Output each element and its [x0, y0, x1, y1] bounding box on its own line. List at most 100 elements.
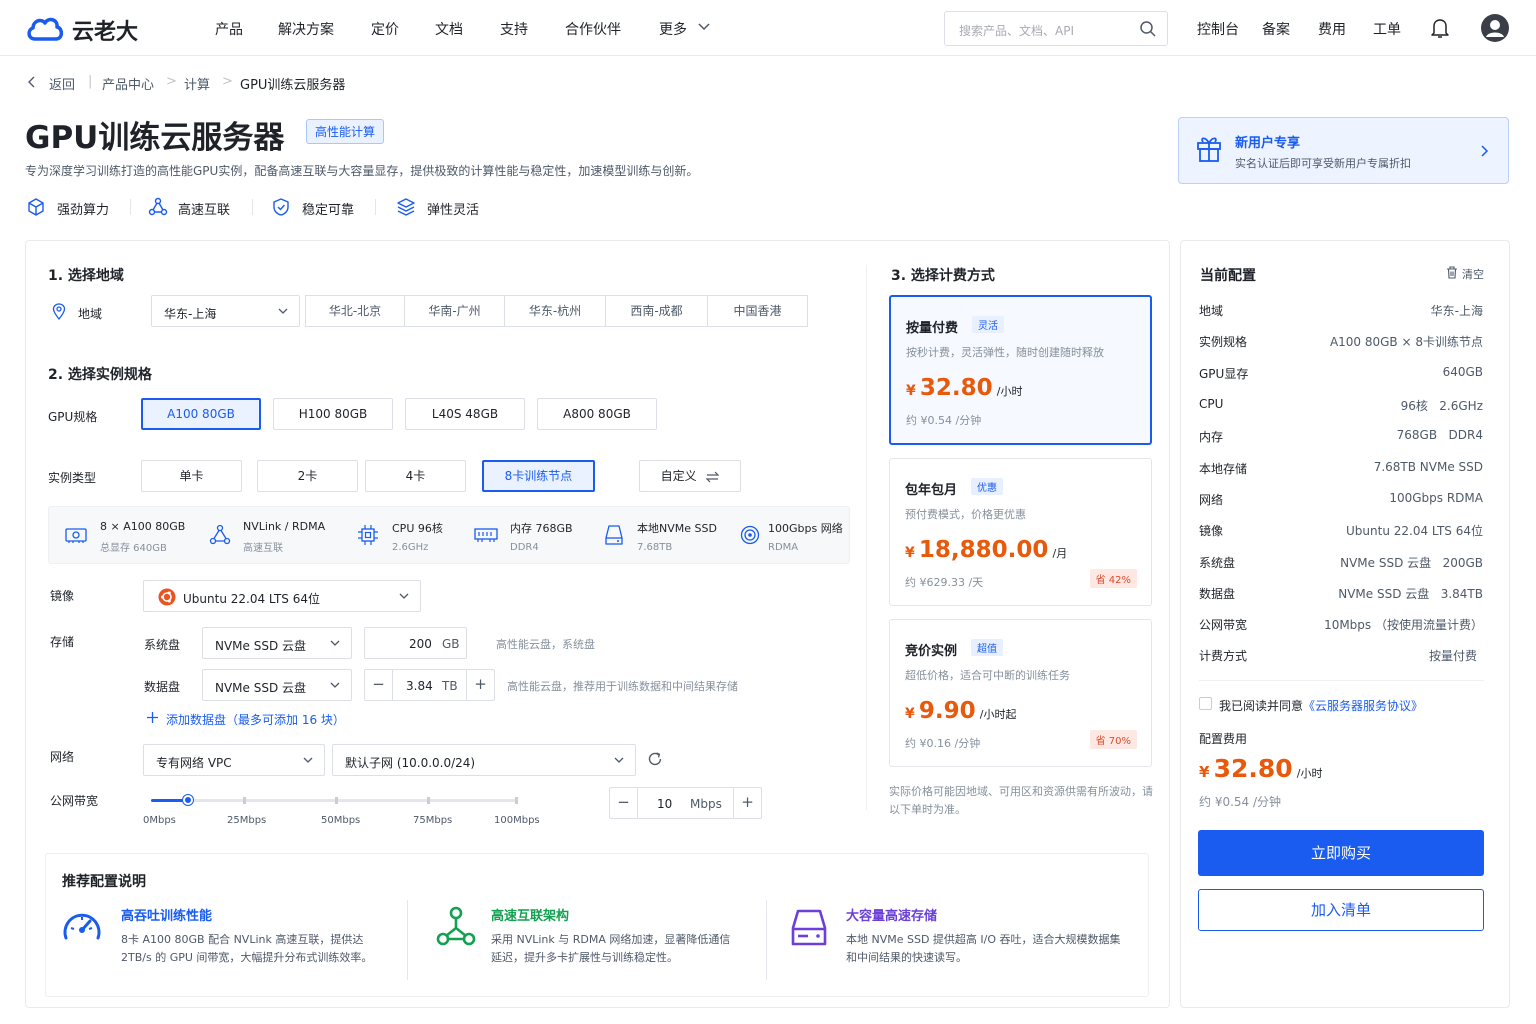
search-input[interactable]: 搜索产品、文档、API: [944, 11, 1168, 46]
feature-interconnect: 高速互联: [178, 203, 231, 218]
gpu-option-a100[interactable]: A100 80GB: [141, 398, 261, 430]
divider: [1199, 680, 1484, 681]
increment-button[interactable]: +: [466, 670, 494, 700]
bandwidth-slider-track[interactable]: [151, 795, 517, 805]
region-option-hongkong[interactable]: 中国香港: [707, 295, 808, 327]
billing-subprice: 约 ¥629.33 /天: [905, 576, 984, 589]
chevron-down-icon: [330, 640, 340, 646]
nav-products[interactable]: 产品: [215, 19, 243, 39]
back-link[interactable]: 返回: [49, 74, 75, 93]
summary-key: 计费方式: [1199, 649, 1248, 663]
buy-now-button[interactable]: 立即购买: [1198, 830, 1484, 876]
nav-solutions[interactable]: 解决方案: [278, 19, 334, 39]
region-option-chengdu[interactable]: 西南-成都: [605, 295, 708, 327]
increment-button[interactable]: +: [733, 788, 761, 818]
vpc-select[interactable]: 专有网络 VPC: [143, 744, 325, 776]
nav-support[interactable]: 支持: [500, 19, 528, 39]
region-selected-value: 华东-上海: [164, 307, 217, 321]
decrement-button[interactable]: −: [365, 670, 393, 700]
trash-icon[interactable]: [1446, 266, 1458, 279]
spec-network-sub: RDMA: [768, 542, 799, 553]
billing-card-monthly[interactable]: 包年包月 优惠 预付费模式，价格更优惠 ¥ 18,880.00 /月 约 ¥62…: [889, 458, 1152, 606]
region-option-guangzhou[interactable]: 华南-广州: [404, 295, 505, 327]
summary-key: 数据盘: [1199, 587, 1236, 601]
avatar[interactable]: [1481, 14, 1509, 42]
summary-key: 内存: [1199, 430, 1224, 444]
add-data-disk-link[interactable]: 添加数据盘（最多可添加 16 块）: [166, 711, 345, 728]
service-agreement-link[interactable]: 《云服务器服务协议》: [1303, 699, 1423, 713]
system-disk-hint: 高性能云盘，系统盘: [496, 638, 595, 651]
billing-desc: 按秒计费，灵活弹性，随时创建随时释放: [906, 346, 1104, 359]
type-option-2gpu[interactable]: 2卡: [257, 460, 358, 492]
save-badge: 省 70%: [1089, 730, 1137, 749]
bell-icon[interactable]: [1430, 17, 1450, 39]
gpu-card-icon: [65, 528, 87, 543]
gpu-option-h100[interactable]: H100 80GB: [273, 398, 393, 430]
system-disk-label: 系统盘: [144, 638, 181, 652]
nav-pricing[interactable]: 定价: [371, 19, 399, 39]
region-option-beijing[interactable]: 华北-北京: [305, 295, 405, 327]
total-subprice: 约 ¥0.54 /分钟: [1199, 795, 1282, 809]
network-nodes-icon: [148, 197, 168, 216]
data-disk-size-stepper[interactable]: − 3.84 TB +: [364, 669, 495, 701]
plus-icon[interactable]: [147, 712, 158, 723]
back-arrow-icon[interactable]: [28, 76, 36, 88]
bandwidth-stepper[interactable]: − 10 Mbps +: [609, 787, 762, 819]
billing-card-pay-as-you-go[interactable]: 按量付费 灵活 按秒计费，灵活弹性，随时创建随时释放 ¥ 32.80 /小时 约…: [889, 295, 1152, 445]
save-badge: 省 42%: [1089, 569, 1137, 588]
cube-icon: [28, 198, 44, 216]
type-option-4gpu[interactable]: 4卡: [365, 460, 466, 492]
region-select[interactable]: 华东-上海: [151, 295, 300, 327]
chevron-down-icon: [399, 593, 409, 599]
nav-more[interactable]: 更多: [659, 19, 687, 39]
breadcrumb-product-center[interactable]: 产品中心: [102, 74, 154, 93]
type-option-single[interactable]: 单卡: [141, 460, 242, 492]
nav-billing[interactable]: 费用: [1318, 19, 1346, 39]
cloud-logo-icon[interactable]: [25, 13, 65, 43]
chevron-down-icon: [303, 757, 313, 763]
clear-button[interactable]: 清空: [1462, 266, 1484, 282]
nav-filing[interactable]: 备案: [1262, 19, 1290, 39]
summary-value: NVMe SSD 云盘 200GB: [1340, 556, 1483, 570]
billing-subprice: 约 ¥0.16 /分钟: [905, 737, 981, 750]
memory-icon: [474, 528, 498, 542]
agree-checkbox[interactable]: [1199, 697, 1212, 710]
gpu-option-a800[interactable]: A800 80GB: [537, 398, 657, 430]
bandwidth-slider-handle[interactable]: [182, 795, 193, 805]
gpu-option-l40s[interactable]: L40S 48GB: [405, 398, 525, 430]
data-disk-type-select[interactable]: NVMe SSD 云盘: [202, 669, 352, 701]
subnet-select[interactable]: 默认子网 (10.0.0.0/24): [332, 744, 636, 776]
price-amount: 18,880.00: [918, 537, 1049, 563]
system-disk-size-input[interactable]: 200 GB: [364, 627, 467, 659]
billing-price: ¥ 32.80 /小时: [906, 375, 1023, 401]
rec-heading-storage: 大容量高速存储: [846, 909, 938, 924]
refresh-icon[interactable]: [647, 751, 663, 767]
logo-text[interactable]: 云老大: [72, 14, 138, 46]
new-user-promo-banner[interactable]: 新用户专享 实名认证后即可享受新用户专属折扣: [1178, 117, 1509, 184]
data-disk-size-value: 3.84: [406, 679, 433, 693]
nav-tickets[interactable]: 工单: [1373, 19, 1401, 39]
billing-card-spot[interactable]: 竞价实例 超值 超低价格，适合可中断的训练任务 ¥ 9.90 /小时起 约 ¥0…: [889, 619, 1152, 767]
system-disk-type-select[interactable]: NVMe SSD 云盘: [202, 627, 352, 659]
summary-value: NVMe SSD 云盘 3.84TB: [1338, 587, 1483, 601]
nav-docs[interactable]: 文档: [435, 19, 463, 39]
breadcrumb-compute[interactable]: 计算: [184, 74, 210, 93]
chevron-down-icon[interactable]: [698, 22, 710, 32]
gpu-spec-label: GPU规格: [48, 410, 98, 424]
category-badge: 高性能计算: [306, 119, 385, 144]
nav-console[interactable]: 控制台: [1197, 19, 1239, 39]
type-option-custom[interactable]: 自定义: [639, 460, 741, 492]
nav-partners[interactable]: 合作伙伴: [565, 19, 621, 39]
decrement-button[interactable]: −: [610, 788, 638, 818]
add-to-list-button[interactable]: 加入清单: [1198, 889, 1484, 931]
summary-key: 本地存储: [1199, 462, 1248, 476]
image-select[interactable]: Ubuntu 22.04 LTS 64位: [143, 580, 421, 612]
region-option-hangzhou[interactable]: 华东-杭州: [504, 295, 606, 327]
billing-desc: 预付费模式，价格更优惠: [905, 508, 1026, 521]
gift-icon: [1197, 137, 1221, 162]
search-icon[interactable]: [1139, 20, 1157, 38]
spec-network-value: 100Gbps 网络: [768, 522, 843, 535]
type-option-8gpu-node[interactable]: 8卡训练节点: [482, 460, 595, 492]
ssd-drive-icon: [605, 525, 623, 545]
summary-key: GPU显存: [1199, 367, 1249, 381]
